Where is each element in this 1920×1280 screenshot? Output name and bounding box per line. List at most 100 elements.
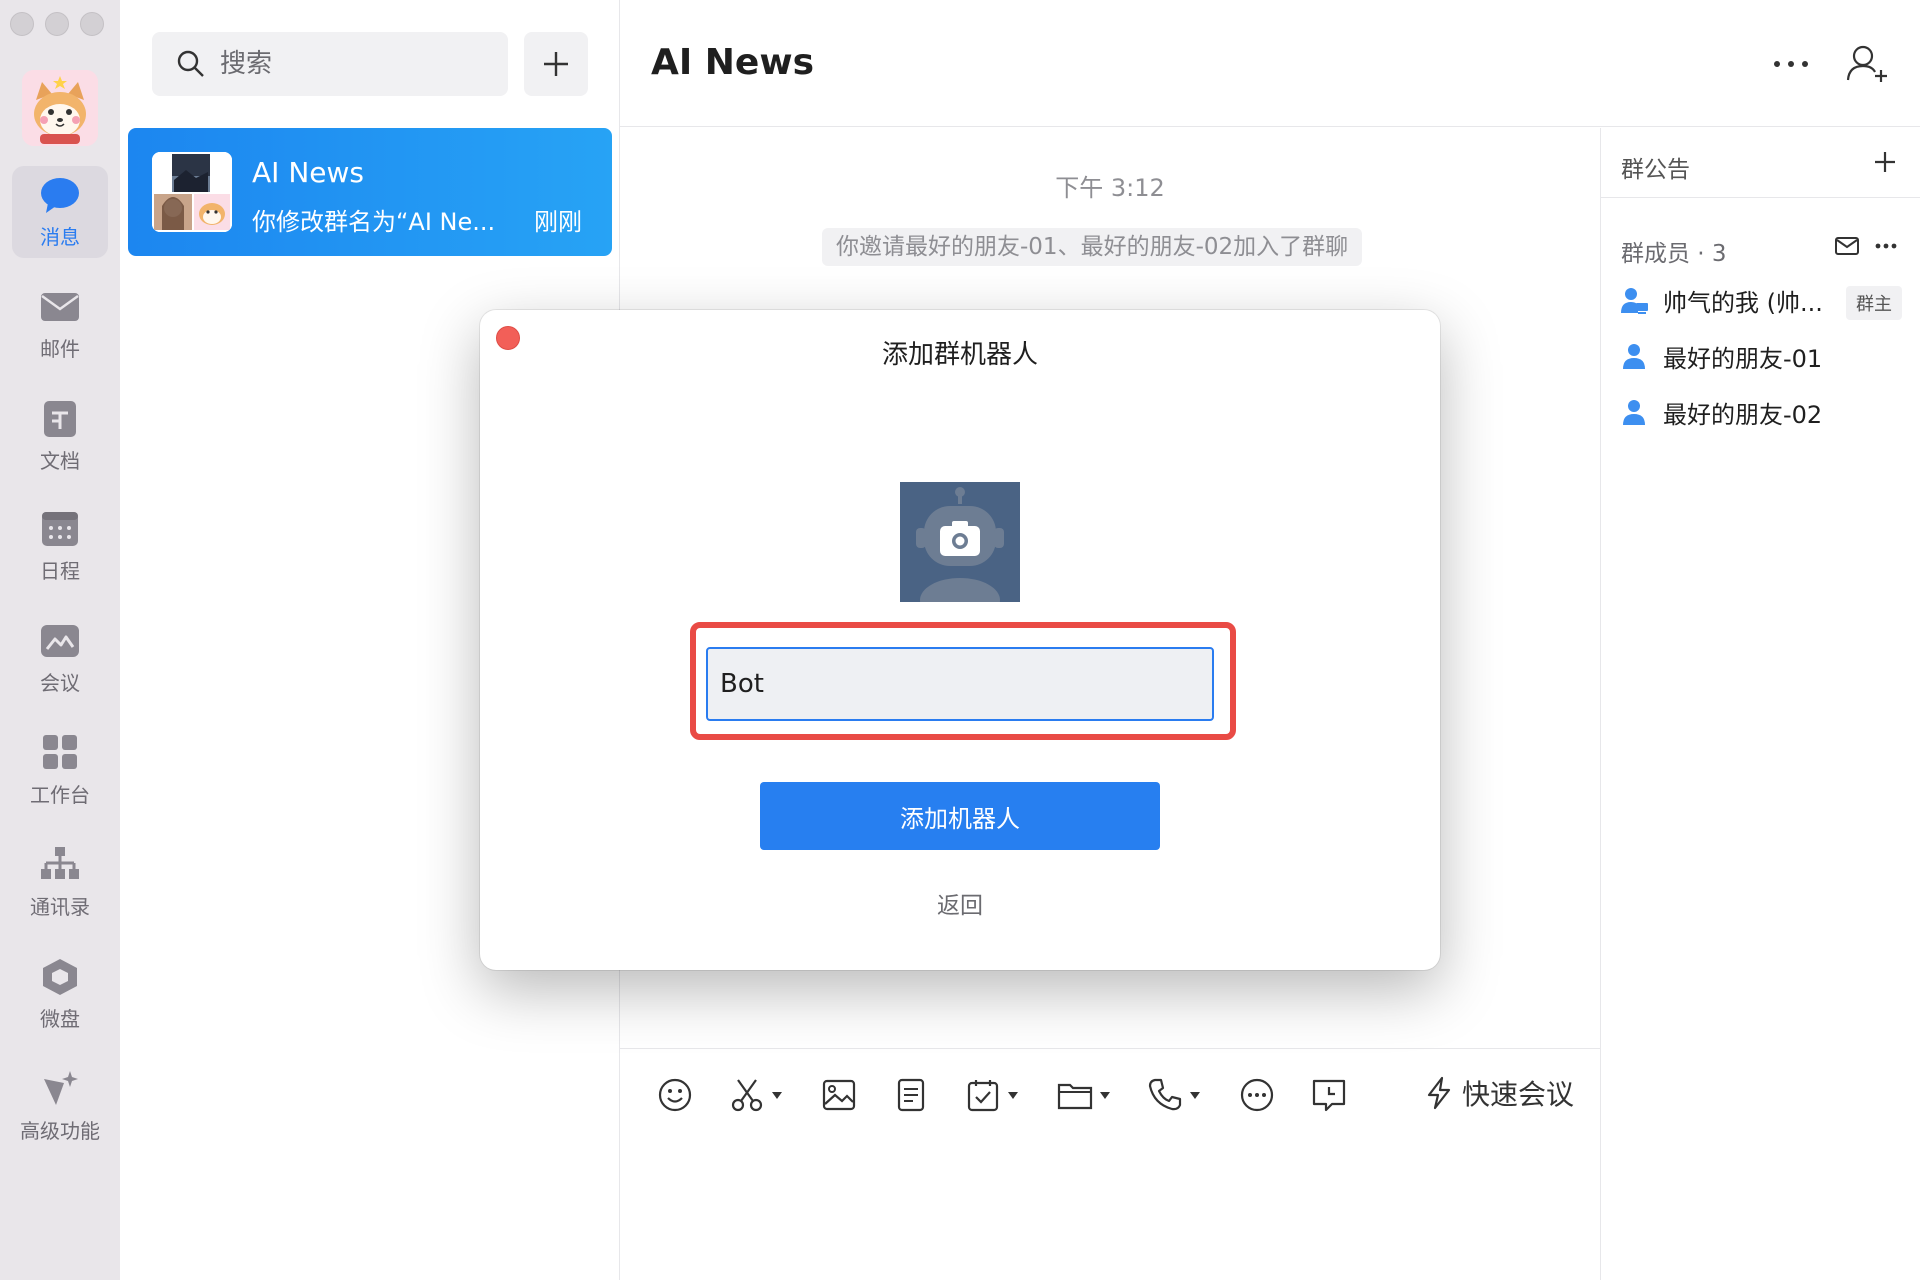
group-avatar (152, 152, 232, 232)
members-more-icon[interactable] (1874, 242, 1898, 250)
nav-item-docs[interactable]: 文档 (12, 390, 108, 482)
quick-meeting-button[interactable]: 快速会议 (1424, 1073, 1574, 1113)
conversation-title: AI News (252, 156, 364, 189)
search-input[interactable] (220, 49, 470, 79)
scissors-icon (731, 1079, 763, 1112)
quick-meeting-label: 快速会议 (1461, 1078, 1574, 1111)
window-close-button[interactable] (10, 12, 34, 36)
doc-icon (897, 1078, 925, 1112)
nav-item-messages[interactable]: 消息 (12, 166, 108, 258)
search-icon (177, 50, 204, 77)
emoji-button[interactable] (656, 1071, 694, 1119)
system-message: 你邀请最好的朋友-01、最好的朋友-02加入了群聊 (822, 228, 1363, 266)
member-row[interactable]: 最好的朋友-02 (1619, 392, 1822, 432)
member-row[interactable]: 最好的朋友-01 (1619, 336, 1822, 376)
ellipsis-icon (1774, 61, 1808, 67)
meeting-icon (41, 624, 79, 657)
screenshot-button[interactable] (728, 1071, 782, 1119)
group-info-panel: 群公告 群成员 · 3 帅气的我 (帅... 群主 最好的朋友-01 最好的朋友… (1600, 128, 1920, 1280)
composer: 快速会议 (620, 1048, 1600, 1280)
chat-bubble-icon (41, 177, 79, 213)
nav-label: 微盘 (40, 1006, 80, 1031)
window-zoom-button[interactable] (80, 12, 104, 36)
add-notice-icon[interactable] (1871, 148, 1899, 176)
members-toolbar (1834, 236, 1898, 256)
group-avatar-collage-icon (152, 152, 232, 232)
phone-icon (1148, 1078, 1182, 1111)
conversation-time: 刚刚 (534, 208, 582, 236)
bot-avatar-upload[interactable] (900, 482, 1020, 602)
nav-label: 会议 (40, 670, 80, 695)
emoji-icon (658, 1078, 692, 1112)
drive-icon (43, 958, 77, 995)
window-controls (10, 12, 104, 36)
user-icon (1623, 400, 1645, 425)
shiba-avatar-icon (22, 70, 98, 146)
chat-header: AI News (620, 0, 1920, 127)
image-icon (822, 1079, 856, 1111)
add-user-icon (1846, 45, 1887, 82)
nav-label: 通讯录 (30, 894, 90, 919)
workbench-grid-icon (43, 734, 77, 769)
member-name: 帅气的我 (帅... (1663, 288, 1823, 317)
search-box[interactable] (152, 32, 508, 96)
nav-item-drive[interactable]: 微盘 (12, 948, 108, 1040)
nav-item-calendar[interactable]: 日程 (12, 500, 108, 592)
member-name: 最好的朋友-02 (1663, 400, 1823, 429)
back-link[interactable]: 返回 (480, 886, 1440, 920)
nav-item-contacts[interactable]: 通讯录 (12, 836, 108, 928)
sparkle-icon (44, 1070, 78, 1105)
create-button[interactable] (524, 32, 588, 96)
file-dropdown-icon[interactable] (1100, 1091, 1110, 1099)
nav-label: 日程 (40, 558, 80, 583)
user-icon (1623, 344, 1645, 369)
chat-history-icon (1312, 1079, 1346, 1112)
nav-label: 消息 (40, 224, 80, 249)
chat-title: AI News (651, 42, 815, 83)
add-bot-dialog: 添加群机器人 添加机器人 返回 (480, 310, 1440, 970)
conversation-preview: 你修改群名为“AI Ne... (252, 208, 496, 236)
message-timestamp: 下午 3:12 (1055, 174, 1165, 202)
member-name: 最好的朋友-01 (1663, 344, 1823, 373)
history-button[interactable] (1310, 1071, 1348, 1119)
todo-dropdown-icon[interactable] (1008, 1091, 1018, 1099)
member-row[interactable]: 帅气的我 (帅... (1619, 280, 1823, 320)
screenshot-dropdown-icon[interactable] (772, 1091, 782, 1099)
bot-name-input[interactable] (706, 647, 1214, 721)
folder-icon (1057, 1083, 1093, 1110)
user-pc-icon (1621, 288, 1648, 314)
mail-members-icon[interactable] (1834, 236, 1860, 256)
user-avatar[interactable] (22, 70, 98, 146)
nav-item-advanced[interactable]: 高级功能 (12, 1060, 108, 1152)
file-button[interactable] (1056, 1071, 1110, 1119)
call-dropdown-icon[interactable] (1190, 1091, 1200, 1099)
todo-button[interactable] (964, 1071, 1018, 1119)
nav-label: 工作台 (30, 782, 90, 807)
conversation-item-ai-news[interactable]: AI News 你修改群名为“AI Ne... 刚刚 (128, 128, 612, 256)
nav-item-meeting[interactable]: 会议 (12, 612, 108, 704)
call-button[interactable] (1146, 1071, 1200, 1119)
owner-badge: 群主 (1846, 286, 1902, 320)
more-tools-button[interactable] (1238, 1071, 1276, 1119)
calendar-icon (42, 511, 78, 546)
group-notice-label: 群公告 (1621, 157, 1690, 183)
nav-label: 高级功能 (20, 1118, 100, 1143)
nav-label: 邮件 (40, 336, 80, 361)
document-button[interactable] (892, 1071, 930, 1119)
robot-camera-icon (900, 482, 1020, 602)
window-minimize-button[interactable] (45, 12, 69, 36)
contacts-org-icon (41, 846, 79, 879)
nav-label: 文档 (40, 448, 80, 473)
more-options-button[interactable] (1766, 44, 1816, 84)
lightning-icon (1427, 1076, 1451, 1110)
add-bot-button[interactable]: 添加机器人 (760, 782, 1160, 850)
nav-item-mail[interactable]: 邮件 (12, 278, 108, 370)
group-notice-row[interactable]: 群公告 (1601, 128, 1920, 198)
image-button[interactable] (820, 1071, 858, 1119)
document-icon (44, 400, 76, 437)
nav-rail: 消息 邮件 文档 日程 会议 工作台 通讯录 微盘 高级功能 (0, 0, 120, 1280)
nav-item-workbench[interactable]: 工作台 (12, 724, 108, 816)
plus-icon (544, 52, 568, 76)
members-label: 群成员 · 3 (1621, 241, 1727, 267)
add-member-button[interactable] (1842, 40, 1892, 88)
